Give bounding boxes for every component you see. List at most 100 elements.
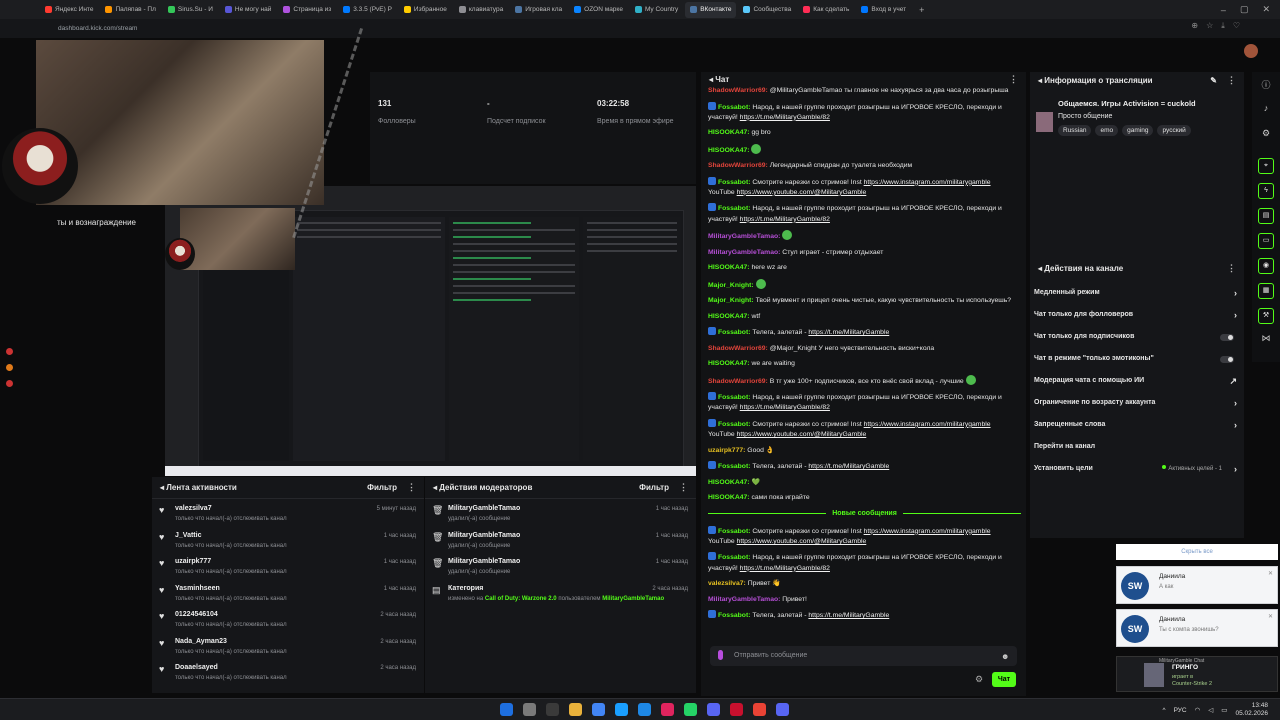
chat-username[interactable]: Fossabot: (718, 329, 752, 336)
chat-link[interactable]: https://t.me/MilitaryGamble (808, 612, 889, 619)
calendar-icon[interactable]: ▦ (1258, 283, 1274, 299)
browser-tab[interactable]: Sirus.Su - И (163, 2, 218, 18)
chat-username[interactable]: Fossabot: (718, 394, 752, 401)
chat-username[interactable]: Fossabot: (718, 554, 752, 561)
chat-link[interactable]: https://t.me/MilitaryGamble/82 (740, 565, 830, 572)
follower-name[interactable]: Yasminhseen (175, 585, 220, 592)
more-icon[interactable]: ⋮ (679, 482, 688, 493)
info-icon[interactable]: ⓘ (1258, 78, 1274, 94)
close-icon[interactable]: ✕ (1268, 613, 1273, 620)
extensions-icon[interactable]: ⊕ (1191, 21, 1198, 31)
stream-tag[interactable]: gaming (1122, 125, 1154, 136)
channel-action-item[interactable]: Перейти на канал (1030, 436, 1244, 458)
collapse-icon[interactable]: ◂ (160, 483, 164, 492)
category-user-link[interactable]: MilitaryGambleTamao (602, 596, 664, 602)
moderator-name[interactable]: MilitaryGambleTamao (448, 532, 520, 539)
browser-tab[interactable]: Паляпав - Пл (100, 2, 160, 18)
browser-tab[interactable]: клавиатура (454, 2, 508, 18)
browser-tab[interactable]: Сообщества (738, 2, 796, 18)
chat-username[interactable]: HISOOKA47: (708, 129, 751, 136)
taskbar-app-icon[interactable] (569, 703, 582, 716)
chat-username[interactable]: HISOOKA47: (708, 313, 751, 320)
taskbar-app-icon[interactable] (661, 703, 674, 716)
heart-icon[interactable]: ♡ (1233, 21, 1240, 31)
chat-username[interactable]: HISOOKA47: (708, 264, 751, 271)
browser-tab[interactable]: Яндекс Инте (40, 2, 98, 18)
rewards-label[interactable]: ты и вознаграждение (57, 218, 136, 227)
stream-tag[interactable]: Russian (1058, 125, 1092, 136)
chat-username[interactable]: Fossabot: (718, 179, 752, 186)
collapse-icon[interactable]: ◂ (709, 75, 713, 84)
new-tab-icon[interactable]: + (913, 5, 930, 15)
close-icon[interactable]: ✕ (1268, 570, 1273, 577)
chevron-up-icon[interactable]: ^ (1163, 707, 1166, 714)
chat-username[interactable]: ShadowWarrior69: (708, 87, 770, 94)
chat-username[interactable]: Fossabot: (718, 104, 752, 111)
activity-filter-button[interactable]: Фильтр (367, 483, 397, 492)
wrench-icon[interactable]: ⚒ (1258, 308, 1274, 324)
mic-icon[interactable] (718, 650, 723, 660)
chat-username[interactable]: MilitaryGambleTamao: (708, 233, 782, 240)
follower-name[interactable]: valezsilva7 (175, 505, 212, 512)
close-icon[interactable]: ✕ (1262, 4, 1270, 15)
browser-tab[interactable]: 3.3.5 (PvE) Р (338, 2, 397, 18)
emoji-icon[interactable]: ☻ (1001, 652, 1009, 661)
chat-link[interactable]: https://t.me/MilitaryGamble/82 (740, 216, 830, 223)
chat-username[interactable]: valezsilva7: (708, 580, 748, 587)
language-indicator[interactable]: РУС (1174, 707, 1187, 714)
chat-link[interactable]: https://t.me/MilitaryGamble/82 (740, 404, 830, 411)
browser-tab[interactable]: Не могу най (220, 2, 276, 18)
moderator-name[interactable]: MilitaryGambleTamao (448, 505, 520, 512)
chat-username[interactable]: ShadowWarrior69: (708, 378, 770, 385)
chat-link[interactable]: https://www.youtube.com/@MilitaryGamble (737, 431, 867, 438)
broadcast-icon[interactable]: ◉ (1258, 258, 1274, 274)
channel-action-item[interactable]: Чат только для фолловеров › (1030, 304, 1244, 326)
wifi-icon[interactable]: ◠ (1195, 706, 1201, 714)
channel-action-item[interactable]: Установить цели Активных целей - 1 › (1030, 458, 1244, 480)
url-text[interactable]: dashboard.kick.com/stream (58, 25, 137, 32)
taskbar-app-icon[interactable] (753, 703, 766, 716)
browser-tab[interactable]: OZON марке (569, 2, 628, 18)
browser-tab[interactable]: Страница из (278, 2, 336, 18)
edit-icon[interactable]: ✎ (1210, 76, 1217, 85)
follower-name[interactable]: 01224546104 (175, 611, 218, 618)
clock[interactable]: 13:48 05.02.2026 (1235, 702, 1268, 718)
maximize-icon[interactable]: ▢ (1240, 4, 1249, 15)
download-icon[interactable]: ⤓ (1221, 21, 1225, 31)
taskbar-app-icon[interactable] (730, 703, 743, 716)
chat-username[interactable]: ShadowWarrior69: (708, 162, 770, 169)
chat-username[interactable]: MilitaryGambleTamao: (708, 596, 782, 603)
chat-input[interactable]: Отправить сообщение (710, 646, 1017, 666)
taskbar-app-icon[interactable] (776, 703, 789, 716)
browser-tab[interactable]: Вход в учет (856, 2, 911, 18)
browser-tab[interactable]: ВКонтакте (685, 1, 737, 18)
browser-tab[interactable]: My Country (630, 2, 683, 18)
chat-username[interactable]: Fossabot: (718, 205, 752, 212)
more-icon[interactable]: ⋮ (1227, 75, 1236, 86)
chat-send-button[interactable]: Чат (992, 672, 1016, 687)
chat-username[interactable]: Fossabot: (718, 528, 752, 535)
chat-username[interactable]: Fossabot: (718, 463, 752, 470)
chat-username[interactable]: HISOOKA47: (708, 360, 751, 367)
chat-username[interactable]: HISOOKA47: (708, 147, 751, 154)
taskbar-app-icon[interactable] (707, 703, 720, 716)
channel-action-item[interactable]: Медленный режим › (1030, 282, 1244, 304)
layout-icon[interactable]: ⌖ (1258, 158, 1274, 174)
follower-name[interactable]: J_Vattic (175, 532, 201, 539)
moderator-name[interactable]: MilitaryGambleTamao (448, 558, 520, 565)
battery-icon[interactable]: ▭ (1221, 706, 1227, 714)
stream-tag[interactable]: emo (1095, 125, 1119, 136)
share-icon[interactable]: ⋈ (1258, 333, 1274, 349)
chat-username[interactable]: Major_Knight: (708, 282, 756, 289)
collapse-icon[interactable]: ◂ (1038, 76, 1042, 85)
chat-bubble-icon[interactable]: ▭ (1258, 233, 1274, 249)
chat-link[interactable]: https://www.instagram.com/militarygamble (864, 528, 991, 535)
channel-action-item[interactable]: Ограничение по возрасту аккаунта › (1030, 392, 1244, 414)
chat-link[interactable]: https://www.youtube.com/@MilitaryGamble (737, 189, 867, 196)
chat-link[interactable]: https://www.instagram.com/militarygamble (864, 421, 991, 428)
channel-action-item[interactable]: Модерация чата с помощью ИИ ↗ (1030, 370, 1244, 392)
taskbar-app-icon[interactable] (546, 703, 559, 716)
more-icon[interactable]: ⋮ (1227, 263, 1236, 274)
channel-action-item[interactable]: Чат только для подписчиков (1030, 326, 1244, 348)
follower-name[interactable]: Doaaelsayed (175, 664, 218, 671)
